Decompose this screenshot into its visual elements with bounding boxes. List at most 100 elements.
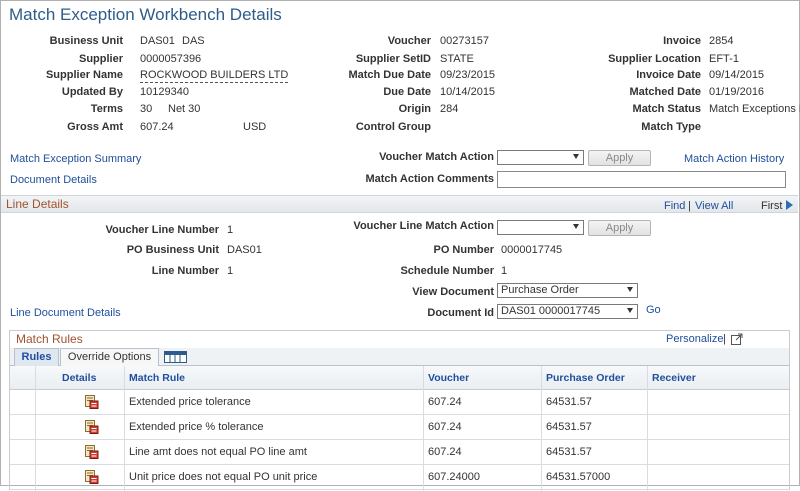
match-action-comments-label: Match Action Comments	[365, 173, 494, 185]
go-link[interactable]: Go	[646, 304, 661, 316]
line-number-value: 1	[227, 265, 234, 277]
col-voucher: Voucher	[428, 372, 470, 384]
chevron-down-icon	[573, 224, 579, 229]
voucher-cell: 607.24	[428, 421, 462, 433]
match-action-comments-input[interactable]	[497, 171, 786, 188]
voucher-line-number-value: 1	[227, 224, 234, 236]
voucher-cell: 607.24	[428, 396, 462, 408]
gross-amt-currency: USD	[243, 121, 267, 133]
view-document-label: View Document	[412, 286, 494, 298]
show-all-columns-icon[interactable]	[164, 351, 188, 363]
purchase-order-cell: 64531.57	[546, 396, 592, 408]
view-all-link[interactable]: View All	[695, 200, 733, 212]
terms-value: 30	[140, 103, 153, 115]
page-title: Match Exception Workbench Details	[9, 5, 282, 24]
chevron-down-icon	[627, 287, 633, 292]
voucher-cell: 607.24	[428, 446, 462, 458]
line-apply-button[interactable]: Apply	[588, 220, 651, 236]
match-rules-title: Match Rules	[16, 332, 83, 346]
col-purchase-order: Purchase Order	[546, 372, 625, 384]
first-label: First	[761, 200, 783, 212]
po-number-label: PO Number	[433, 244, 494, 256]
match-type-label: Match Type	[641, 121, 701, 133]
gross-amt-value: 607.24	[140, 121, 174, 133]
document-details-link[interactable]: Document Details	[10, 174, 97, 186]
table-row: Extended price tolerance 607.24 64531.57	[10, 390, 789, 415]
match-rule-cell: Unit price does not equal PO unit price	[129, 471, 318, 483]
voucher-line-match-action-label: Voucher Line Match Action	[353, 220, 494, 232]
due-date-value: 10/14/2015	[440, 86, 496, 98]
po-business-unit-value: DAS01	[227, 244, 262, 256]
document-id-select[interactable]: DAS01 0000017745	[497, 304, 638, 319]
po-number-value: 0000017745	[501, 244, 563, 256]
match-rule-cell: Line amt does not equal PO line amt	[129, 446, 307, 458]
terms-desc: Net 30	[168, 103, 201, 115]
business-unit-value: DAS01	[140, 35, 175, 47]
col-match-rule: Match Rule	[129, 372, 186, 384]
matched-date-value: 01/19/2016	[709, 86, 765, 98]
find-link[interactable]: Find	[664, 200, 685, 212]
col-receiver: Receiver	[652, 372, 696, 384]
match-status-value: Match Exceptions Exist	[709, 103, 800, 115]
col-details: Details	[62, 372, 97, 384]
supplier-setid-value: STATE	[440, 53, 474, 65]
voucher-cell: 607.24000	[428, 471, 480, 483]
voucher-value: 00273157	[440, 35, 489, 47]
details-icon[interactable]	[85, 470, 99, 484]
first-arrow-icon[interactable]	[786, 200, 794, 210]
table-row: Unit price does not equal PO unit price 6…	[10, 465, 789, 490]
match-action-history-link[interactable]: Match Action History	[684, 153, 784, 165]
origin-value: 284	[440, 103, 459, 115]
view-document-value: Purchase Order	[501, 284, 579, 296]
table-row: Extended price % tolerance 607.24 64531.57	[10, 415, 789, 440]
supplier-label: Supplier	[78, 53, 123, 65]
voucher-match-action-label: Voucher Match Action	[379, 151, 494, 163]
invoice-date-label: Invoice Date	[636, 69, 701, 81]
supplier-location-value: EFT-1	[709, 53, 739, 65]
purchase-order-cell: 64531.57	[546, 446, 592, 458]
invoice-date-value: 09/14/2015	[709, 69, 765, 81]
details-icon[interactable]	[85, 395, 99, 409]
match-due-date-value: 09/23/2015	[440, 69, 496, 81]
supplier-setid-label: Supplier SetID	[355, 53, 431, 65]
terms-label: Terms	[90, 103, 123, 115]
match-status-label: Match Status	[632, 103, 701, 115]
view-document-select[interactable]: Purchase Order	[497, 283, 638, 298]
due-date-label: Due Date	[383, 86, 431, 98]
voucher-line-match-action-select[interactable]	[497, 220, 584, 235]
supplier-name-value[interactable]: ROCKWOOD BUILDERS LTD	[140, 69, 289, 83]
voucher-match-action-select[interactable]	[497, 150, 584, 165]
supplier-value: 0000057396	[140, 53, 202, 65]
match-rules-tabs: Rules Override Options	[10, 348, 789, 366]
personalize-link[interactable]: Personalize	[666, 333, 723, 345]
invoice-value: 2854	[709, 35, 734, 47]
chevron-down-icon	[627, 308, 633, 313]
supplier-name-label: Supplier Name	[45, 69, 123, 81]
line-document-details-link[interactable]: Line Document Details	[10, 307, 121, 319]
voucher-apply-button[interactable]: Apply	[588, 150, 651, 166]
new-window-icon[interactable]	[731, 333, 744, 345]
tab-rules[interactable]: Rules	[14, 348, 59, 366]
col-divider	[423, 366, 424, 491]
match-rule-cell: Extended price tolerance	[129, 396, 251, 408]
details-icon[interactable]	[85, 445, 99, 459]
tab-override-options[interactable]: Override Options	[60, 348, 159, 366]
voucher-line-number-label: Voucher Line Number	[105, 224, 219, 236]
match-rule-cell: Extended price % tolerance	[129, 421, 264, 433]
invoice-label: Invoice	[663, 35, 701, 47]
match-exception-summary-link[interactable]: Match Exception Summary	[10, 153, 141, 165]
match-due-date-label: Match Due Date	[348, 69, 431, 81]
details-icon[interactable]	[85, 420, 99, 434]
document-id-label: Document Id	[427, 307, 494, 319]
chevron-down-icon	[573, 154, 579, 159]
find-separator: |	[688, 200, 691, 212]
voucher-label: Voucher	[387, 35, 431, 47]
col-divider	[541, 366, 542, 491]
schedule-number-value: 1	[501, 265, 508, 277]
supplier-location-label: Supplier Location	[608, 53, 701, 65]
document-id-value: DAS01 0000017745	[501, 305, 601, 317]
line-details-title: Line Details	[6, 197, 69, 211]
updated-by-label: Updated By	[61, 86, 123, 98]
po-business-unit-label: PO Business Unit	[126, 244, 219, 256]
col-divider	[35, 366, 36, 491]
